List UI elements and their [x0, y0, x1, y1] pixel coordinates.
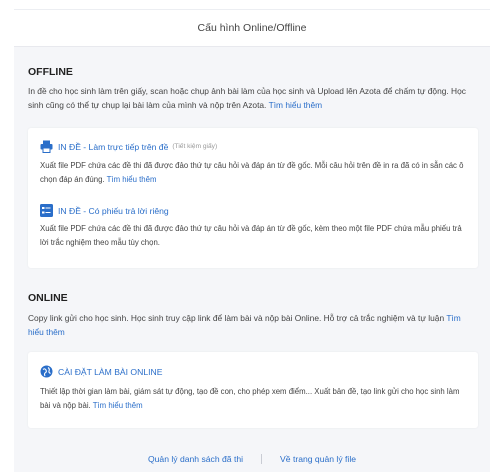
print-direct-learn-more-link[interactable]: Tìm hiểu thêm: [107, 175, 157, 184]
page-header: Cấu hình Online/Offline: [14, 10, 490, 47]
print-direct-note: (Tiết kiệm giấy): [172, 143, 218, 150]
print-answer-sheet-description: Xuất file PDF chứa các đề thi đã được đả…: [40, 224, 462, 247]
printer-icon: [40, 140, 53, 153]
online-settings-learn-more-link[interactable]: Tìm hiểu thêm: [93, 401, 143, 410]
offline-learn-more-link[interactable]: Tìm hiểu thêm: [269, 100, 323, 110]
online-description-text: Copy link gửi cho học sinh. Học sinh tru…: [28, 313, 445, 323]
footer-links: Quản lý danh sách đã thi Về trang quản l…: [14, 447, 490, 471]
answer-sheet-icon: [40, 204, 53, 217]
manage-exams-link[interactable]: Quản lý danh sách đã thi: [148, 454, 243, 464]
online-settings-description: Thiết lập thời gian làm bài, giám sát tự…: [40, 385, 468, 412]
print-direct-description-text: Xuất file PDF chứa các đề thi đã được đả…: [40, 161, 464, 184]
print-direct-option[interactable]: IN ĐỀ - Làm trực tiếp trên đề (Tiết kiệm…: [40, 140, 217, 153]
offline-heading: OFFLINE: [28, 66, 73, 78]
page-title: Cấu hình Online/Offline: [197, 22, 307, 34]
print-answer-sheet-option[interactable]: IN ĐỀ - Có phiếu trả lời riêng: [40, 204, 169, 217]
footer-separator: [261, 454, 263, 464]
offline-description-text: In đề cho học sinh làm trên giấy, scan h…: [28, 86, 466, 110]
print-direct-title: IN ĐỀ - Làm trực tiếp trên đề: [58, 141, 169, 152]
online-heading: ONLINE: [28, 292, 68, 304]
online-options-card: CÀI ĐẶT LÀM BÀI ONLINE Thiết lập thời gi…: [28, 352, 478, 428]
back-to-file-manager-link[interactable]: Về trang quản lý file: [280, 454, 356, 464]
offline-options-card: IN ĐỀ - Làm trực tiếp trên đề (Tiết kiệm…: [28, 128, 478, 268]
online-settings-option[interactable]: CÀI ĐẶT LÀM BÀI ONLINE: [40, 365, 162, 378]
offline-description: In đề cho học sinh làm trên giấy, scan h…: [28, 84, 478, 112]
online-description: Copy link gửi cho học sinh. Học sinh tru…: [28, 311, 478, 339]
globe-icon: [40, 365, 53, 378]
online-settings-title: CÀI ĐẶT LÀM BÀI ONLINE: [58, 366, 163, 377]
print-answer-sheet-title: IN ĐỀ - Có phiếu trả lời riêng: [58, 205, 169, 216]
print-direct-description: Xuất file PDF chứa các đề thi đã được đả…: [40, 159, 468, 186]
